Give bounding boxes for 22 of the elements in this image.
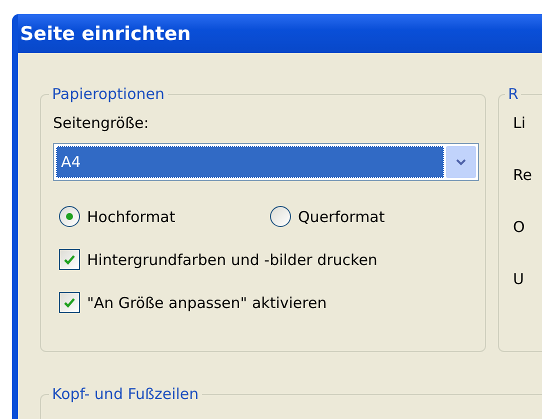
radio-button[interactable] xyxy=(270,206,291,227)
checkbox[interactable] xyxy=(59,249,80,270)
field-label: U xyxy=(513,270,525,288)
checkmark-icon xyxy=(64,254,75,264)
radio-label[interactable]: Querformat xyxy=(298,208,385,226)
window-title: Seite einrichten xyxy=(20,22,191,44)
chevron-down-icon xyxy=(456,158,466,166)
field-label: Re xyxy=(513,166,533,184)
checkbox[interactable] xyxy=(59,292,80,313)
field-label: Seitengröße: xyxy=(53,114,150,132)
dropdown-value: A4 xyxy=(56,146,444,178)
checkbox-label[interactable]: "An Größe anpassen" aktivieren xyxy=(87,294,327,312)
radio-label[interactable]: Hochformat xyxy=(87,208,176,226)
radio-button[interactable] xyxy=(59,206,80,227)
dropdown-button[interactable] xyxy=(446,146,476,178)
group-title: Papieroptionen xyxy=(49,85,168,103)
checkbox-label[interactable]: Hintergrundfarben und -bilder drucken xyxy=(87,250,378,268)
field-label: O xyxy=(513,218,526,236)
checkmark-icon xyxy=(64,298,75,308)
group-title: Kopf- und Fußzeilen xyxy=(49,385,202,403)
field-label: Li xyxy=(513,114,527,132)
page-size-dropdown[interactable]: A4 xyxy=(53,143,479,181)
